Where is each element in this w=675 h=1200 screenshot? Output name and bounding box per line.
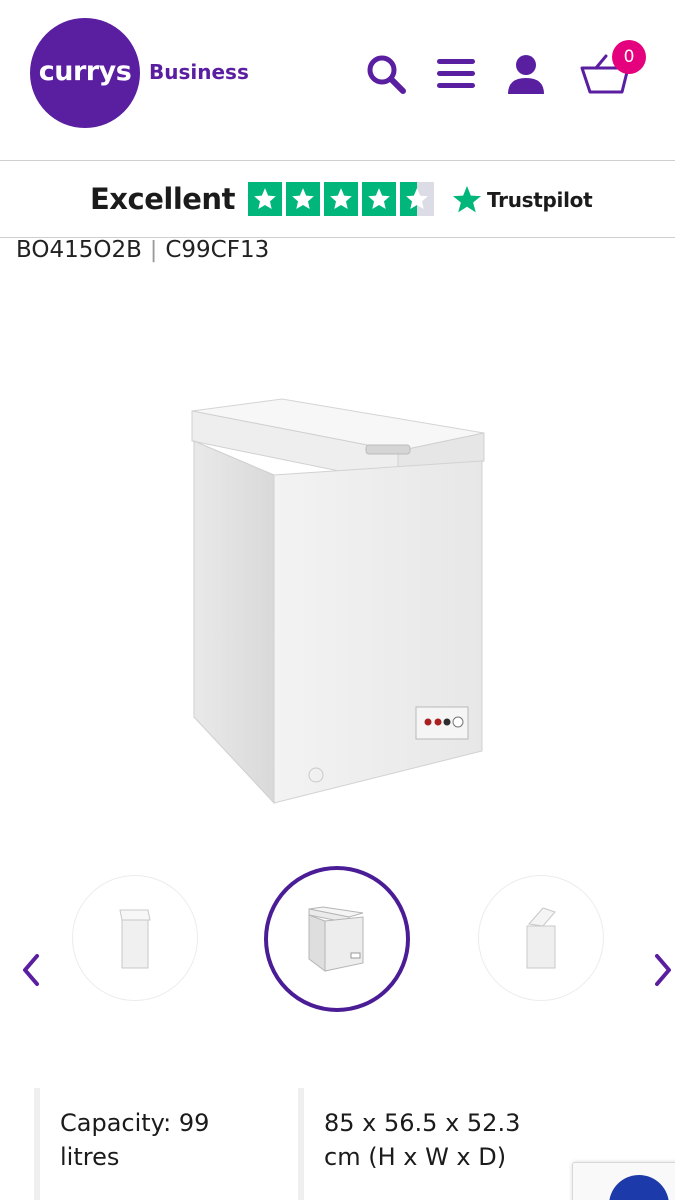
spec-dimensions-line2: cm (H x W x D) bbox=[324, 1143, 507, 1171]
menu-icon[interactable] bbox=[432, 50, 480, 98]
thumbnail-image bbox=[119, 909, 151, 969]
spec-divider bbox=[34, 1088, 40, 1200]
trustpilot-stars bbox=[248, 182, 434, 216]
cart-count-badge[interactable]: 0 bbox=[612, 40, 646, 74]
trustpilot-rating-label: Excellent bbox=[90, 182, 235, 216]
star-icon bbox=[362, 182, 396, 216]
spec-capacity-line1: Capacity: 99 bbox=[60, 1109, 210, 1137]
trustpilot-brand: Trustpilot bbox=[487, 188, 593, 212]
currys-logo[interactable]: currys bbox=[30, 18, 140, 128]
trustpilot-star-icon bbox=[453, 186, 481, 213]
product-main-image[interactable] bbox=[188, 395, 488, 805]
trustpilot-logo[interactable]: Trustpilot bbox=[451, 184, 593, 216]
code-separator: | bbox=[149, 237, 158, 263]
spec-dimensions: 85 x 56.5 x 52.3 cm (H x W x D) bbox=[324, 1106, 520, 1174]
product-code-secondary: C99CF13 bbox=[165, 237, 270, 263]
product-codes: BO415O2B | C99CF13 bbox=[16, 237, 269, 263]
half-star-icon bbox=[400, 182, 434, 216]
gallery-thumbnail-2-active[interactable] bbox=[264, 866, 410, 1012]
thumbnail-image bbox=[308, 906, 364, 972]
gallery-prev-arrow[interactable] bbox=[16, 950, 46, 990]
star-icon bbox=[324, 182, 358, 216]
gallery-next-arrow[interactable] bbox=[648, 950, 675, 990]
product-code-primary: BO415O2B bbox=[16, 237, 142, 263]
recaptcha-badge[interactable] bbox=[572, 1162, 675, 1200]
header-divider bbox=[0, 160, 675, 161]
star-icon bbox=[286, 182, 320, 216]
gallery-thumbnail-1[interactable] bbox=[72, 875, 198, 1001]
account-icon[interactable] bbox=[502, 50, 550, 98]
logo-business-label: Business bbox=[149, 60, 249, 84]
spec-dimensions-line1: 85 x 56.5 x 52.3 bbox=[324, 1109, 521, 1137]
star-icon bbox=[248, 182, 282, 216]
gallery-thumbnail-3[interactable] bbox=[478, 875, 604, 1001]
logo-text: currys bbox=[38, 55, 132, 87]
spec-divider bbox=[298, 1088, 304, 1200]
site-header: currys Business 0 bbox=[0, 0, 675, 160]
thumbnail-image bbox=[526, 907, 556, 969]
recaptcha-icon bbox=[609, 1175, 669, 1200]
spec-capacity-line2: litres bbox=[60, 1143, 120, 1171]
spec-capacity: Capacity: 99 litres bbox=[60, 1106, 209, 1174]
search-icon[interactable] bbox=[362, 50, 410, 98]
